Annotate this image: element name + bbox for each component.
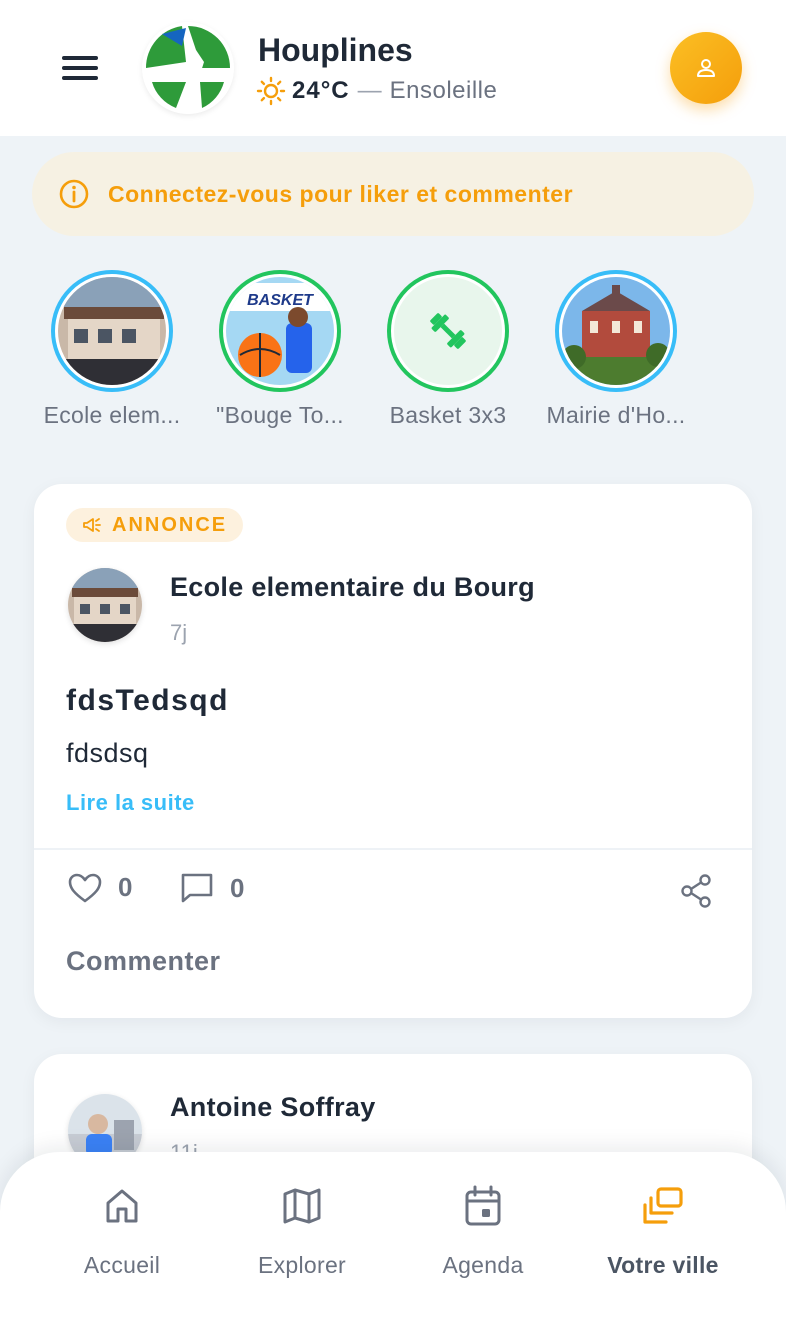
map-icon — [283, 1188, 321, 1224]
story-label: Ecole elem... — [43, 402, 181, 428]
badge-label: ANNONCE — [112, 513, 228, 536]
story-ring — [387, 270, 509, 392]
story-thumbnail-town-hall — [559, 274, 673, 388]
story-item[interactable]: Basket 3x3 — [364, 270, 532, 429]
nav-label: Votre ville — [607, 1252, 719, 1278]
nav-item-votre-ville[interactable]: Votre ville — [573, 1182, 753, 1279]
nav-label: Agenda — [442, 1252, 524, 1278]
post-time: 7j — [170, 620, 188, 645]
announcement-badge: ANNONCE — [66, 508, 244, 542]
author-name[interactable]: Ecole elementaire du Bourg — [170, 572, 535, 603]
profile-button[interactable] — [670, 32, 742, 104]
comment-button[interactable]: Commenter — [66, 946, 221, 977]
weather-description: Ensoleille — [389, 77, 498, 104]
story-thumbnail-school — [55, 274, 169, 388]
like-count: 0 — [118, 872, 133, 902]
bottom-navigation: Accueil Explorer Agenda Votre ville — [0, 1152, 786, 1320]
app-header: Houplines 24°C — Ensoleille — [0, 0, 786, 136]
banner-text: Connectez-vous pour liker et commenter — [108, 180, 574, 207]
comment-icon — [181, 873, 213, 903]
layers-icon — [643, 1187, 683, 1224]
story-ring: BASKET — [219, 270, 341, 392]
hamburger-menu-icon[interactable] — [58, 50, 102, 86]
author-name[interactable]: Antoine Soffray — [170, 1092, 376, 1123]
share-button[interactable] — [680, 874, 712, 913]
read-more-link[interactable]: Lire la suite — [66, 790, 195, 816]
nav-label: Explorer — [257, 1252, 347, 1278]
weather-separator: — — [357, 77, 382, 104]
city-logo[interactable] — [142, 22, 234, 114]
dumbbell-icon — [430, 313, 466, 349]
story-ring — [51, 270, 173, 392]
comment-count: 0 — [230, 872, 245, 903]
share-icon — [681, 874, 711, 908]
story-label: "Bouge To... — [216, 402, 344, 428]
nav-label: Accueil — [83, 1252, 161, 1278]
post-card[interactable]: ANNONCE Ecole elementaire du Bourg 7j fd… — [34, 484, 752, 1018]
post-title: fdsTedsqd — [66, 684, 229, 717]
city-name: Houplines — [258, 32, 413, 68]
menu-line — [62, 66, 98, 70]
story-ring — [555, 270, 677, 392]
stories-row: Ecole elem... BASKET "Bouge To... Basket… — [0, 270, 786, 440]
like-button[interactable]: 0 — [68, 872, 132, 903]
user-icon — [697, 59, 715, 77]
login-banner[interactable]: Connectez-vous pour liker et commenter — [32, 152, 754, 236]
story-item[interactable]: Mairie d'Ho... — [532, 270, 700, 429]
svg-text:BASKET: BASKET — [247, 292, 314, 309]
temperature: 24°C — [292, 77, 350, 104]
story-item[interactable]: BASKET "Bouge To... — [196, 270, 364, 429]
nav-item-agenda[interactable]: Agenda — [393, 1182, 573, 1279]
info-icon — [59, 179, 89, 209]
comment-count-button[interactable]: 0 — [180, 872, 244, 904]
menu-line — [62, 56, 98, 60]
nav-item-accueil[interactable]: Accueil — [32, 1182, 212, 1279]
heart-icon — [68, 873, 102, 902]
weather-summary: 24°C — Ensoleille — [256, 76, 497, 106]
story-item[interactable]: Ecole elem... — [28, 270, 196, 429]
sun-icon — [256, 76, 286, 106]
author-avatar[interactable] — [68, 568, 142, 642]
menu-line — [62, 76, 98, 80]
divider — [34, 848, 752, 850]
home-icon — [106, 1189, 138, 1223]
calendar-icon — [465, 1185, 501, 1226]
post-body: fdsdsq — [66, 738, 149, 768]
story-thumbnail-basketball: BASKET — [223, 274, 337, 388]
story-thumbnail-sport — [391, 274, 505, 388]
nav-item-explorer[interactable]: Explorer — [212, 1182, 392, 1279]
story-label: Mairie d'Ho... — [546, 402, 686, 428]
megaphone-icon — [83, 518, 101, 532]
story-label: Basket 3x3 — [389, 402, 507, 428]
